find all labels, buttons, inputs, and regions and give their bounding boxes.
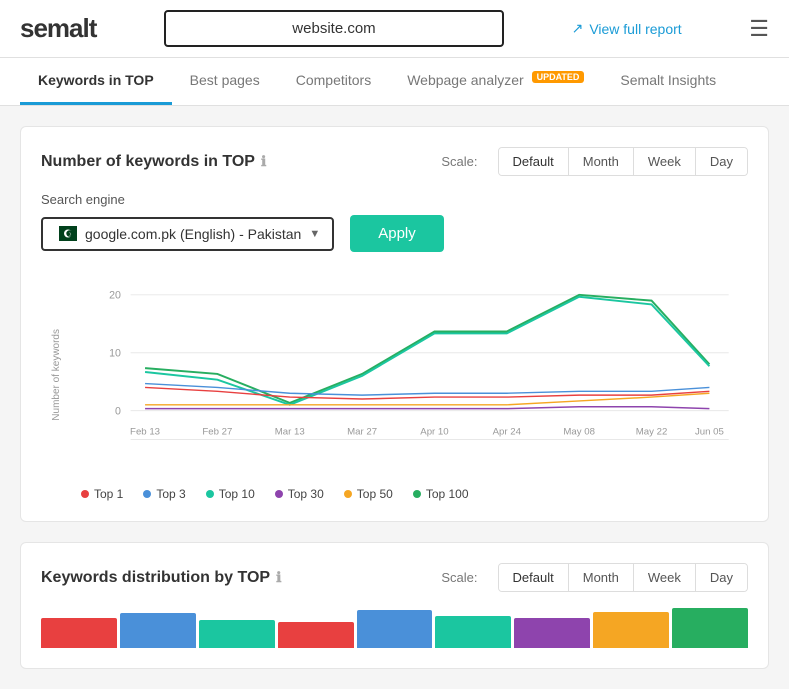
scale-day-btn[interactable]: Day xyxy=(696,148,747,175)
chart-svg: 20 10 0 Feb 13 Feb 27 Mar 13 Mar 27 Apr … xyxy=(92,272,748,472)
card2-header: Keywords distribution by TOP ℹ Scale: De… xyxy=(41,563,748,592)
card2-scale-month-btn[interactable]: Month xyxy=(569,564,634,591)
card2-title: Keywords distribution by TOP ℹ xyxy=(41,569,281,587)
svg-text:0: 0 xyxy=(115,405,121,417)
menu-button[interactable]: ☰ xyxy=(749,16,769,42)
svg-text:☽: ☽ xyxy=(67,232,72,238)
legend-top100[interactable]: Top 100 xyxy=(413,487,469,501)
search-engine-value: google.com.pk (English) - Pakistan xyxy=(85,226,301,242)
chart-container: Number of keywords 20 10 0 Feb 13 Feb 27 xyxy=(41,272,748,477)
search-input[interactable] xyxy=(164,10,504,47)
card2-scale-default-btn[interactable]: Default xyxy=(499,564,569,591)
tab-webpage-analyzer-label: Webpage analyzer xyxy=(407,72,523,88)
nav-tabs: Keywords in TOP Best pages Competitors W… xyxy=(0,58,789,106)
svg-text:Mar 27: Mar 27 xyxy=(347,427,377,438)
legend-top1[interactable]: Top 1 xyxy=(81,487,123,501)
scale-month-btn[interactable]: Month xyxy=(569,148,634,175)
legend-top3[interactable]: Top 3 xyxy=(143,487,185,501)
svg-text:20: 20 xyxy=(109,290,121,302)
svg-text:Feb 13: Feb 13 xyxy=(130,427,160,438)
legend-top10[interactable]: Top 10 xyxy=(206,487,255,501)
scale-group: Default Month Week Day xyxy=(498,147,748,176)
chart-area: 20 10 0 Feb 13 Feb 27 Mar 13 Mar 27 Apr … xyxy=(92,272,748,477)
card1-title-text: Number of keywords in TOP xyxy=(41,153,255,171)
tab-keywords-top[interactable]: Keywords in TOP xyxy=(20,58,172,105)
apply-button[interactable]: Apply xyxy=(350,215,444,252)
scale-label: Scale: xyxy=(441,154,477,169)
top1-label: Top 1 xyxy=(94,487,123,501)
view-full-report-label: View full report xyxy=(589,21,681,37)
tab-semalt-insights[interactable]: Semalt Insights xyxy=(602,58,734,105)
card2-info-icon[interactable]: ℹ xyxy=(276,569,281,586)
scale-week-btn[interactable]: Week xyxy=(634,148,696,175)
view-full-report-link[interactable]: ↗ View full report xyxy=(572,20,682,37)
search-engine-label: Search engine xyxy=(41,192,748,207)
info-icon[interactable]: ℹ xyxy=(261,153,266,170)
header: semalt ↗ View full report ☰ xyxy=(0,0,789,58)
svg-text:10: 10 xyxy=(109,348,121,360)
updated-badge: UPDATED xyxy=(532,71,585,83)
chart-legend: Top 1 Top 3 Top 10 Top 30 Top 50 Top 100 xyxy=(41,477,748,501)
card1-header: Number of keywords in TOP ℹ Scale: Defau… xyxy=(41,147,748,176)
external-link-icon: ↗ xyxy=(572,20,584,37)
top100-dot xyxy=(413,490,421,498)
tab-keywords-top-label: Keywords in TOP xyxy=(38,72,154,88)
keywords-distribution-card: Keywords distribution by TOP ℹ Scale: De… xyxy=(20,542,769,669)
top100-label: Top 100 xyxy=(426,487,469,501)
svg-text:May 08: May 08 xyxy=(563,427,595,438)
top10-label: Top 10 xyxy=(219,487,255,501)
scale-default-btn[interactable]: Default xyxy=(499,148,569,175)
top30-label: Top 30 xyxy=(288,487,324,501)
legend-top50[interactable]: Top 50 xyxy=(344,487,393,501)
distribution-chart-preview xyxy=(41,608,748,648)
card1-title: Number of keywords in TOP ℹ xyxy=(41,153,266,171)
legend-top30[interactable]: Top 30 xyxy=(275,487,324,501)
svg-text:Apr 24: Apr 24 xyxy=(493,427,522,438)
y-axis-label: Number of keywords xyxy=(51,329,62,421)
top3-dot xyxy=(143,490,151,498)
top30-dot xyxy=(275,490,283,498)
logo: semalt xyxy=(20,13,96,44)
dropdown-arrow-icon: ▼ xyxy=(309,228,320,240)
tab-semalt-insights-label: Semalt Insights xyxy=(620,72,716,88)
tab-best-pages[interactable]: Best pages xyxy=(172,58,278,105)
svg-text:Mar 13: Mar 13 xyxy=(275,427,305,438)
main-content: Number of keywords in TOP ℹ Scale: Defau… xyxy=(0,106,789,689)
pakistan-flag: ☽ xyxy=(55,226,77,241)
top1-dot xyxy=(81,490,89,498)
search-engine-row: ☽ google.com.pk (English) - Pakistan ▼ A… xyxy=(41,215,748,252)
card2-scale-group: Default Month Week Day xyxy=(498,563,748,592)
card2-scale-day-btn[interactable]: Day xyxy=(696,564,747,591)
svg-text:Apr 10: Apr 10 xyxy=(420,427,448,438)
tab-competitors[interactable]: Competitors xyxy=(278,58,389,105)
card2-scale-week-btn[interactable]: Week xyxy=(634,564,696,591)
top3-label: Top 3 xyxy=(156,487,185,501)
top10-dot xyxy=(206,490,214,498)
svg-text:Jun 05: Jun 05 xyxy=(695,427,724,438)
search-engine-select[interactable]: ☽ google.com.pk (English) - Pakistan ▼ xyxy=(41,217,334,251)
card2-title-text: Keywords distribution by TOP xyxy=(41,569,270,587)
tab-best-pages-label: Best pages xyxy=(190,72,260,88)
tab-webpage-analyzer[interactable]: Webpage analyzer UPDATED xyxy=(389,58,602,105)
top50-dot xyxy=(344,490,352,498)
tab-competitors-label: Competitors xyxy=(296,72,371,88)
card2-scale-label: Scale: xyxy=(441,570,477,585)
svg-text:May 22: May 22 xyxy=(636,427,668,438)
svg-text:Feb 27: Feb 27 xyxy=(202,427,232,438)
top50-label: Top 50 xyxy=(357,487,393,501)
keywords-top-card: Number of keywords in TOP ℹ Scale: Defau… xyxy=(20,126,769,522)
